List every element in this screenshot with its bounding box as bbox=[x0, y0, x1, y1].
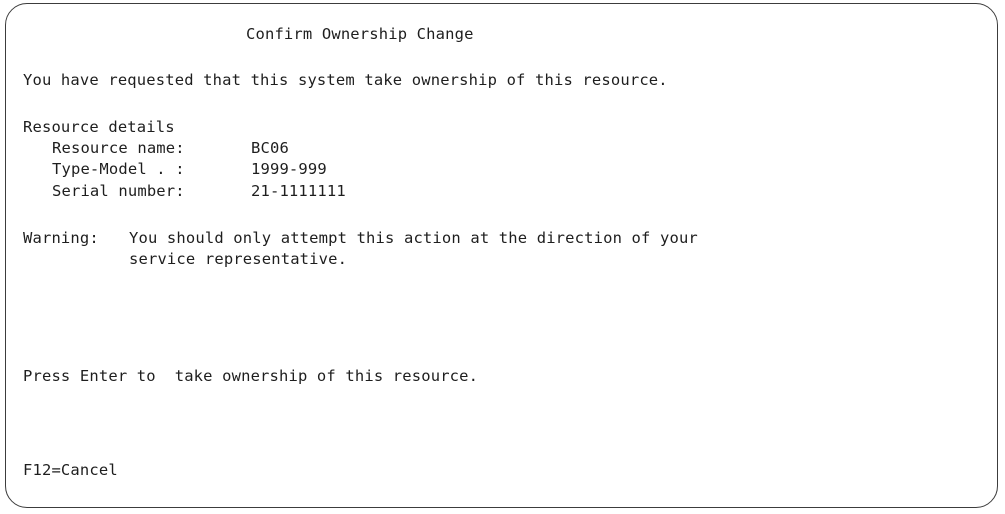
resource-name-value: BC06 bbox=[251, 139, 289, 157]
warning-text-line-1: You should only attempt this action at t… bbox=[129, 229, 698, 247]
resource-name-label: Resource name: bbox=[52, 139, 185, 157]
page-title: Confirm Ownership Change bbox=[246, 25, 474, 43]
type-model-value: 1999-999 bbox=[251, 160, 327, 178]
warning-label: Warning: bbox=[23, 229, 99, 247]
f12-cancel-key[interactable]: F12=Cancel bbox=[23, 461, 118, 480]
warning-text-line-2: service representative. bbox=[129, 250, 348, 268]
resource-details-heading: Resource details bbox=[23, 118, 175, 136]
enter-instruction: Press Enter to take ownership of this re… bbox=[23, 367, 479, 385]
intro-text: You have requested that this system take… bbox=[23, 71, 668, 89]
serial-number-label: Serial number: bbox=[52, 182, 185, 200]
terminal-screen: Confirm Ownership Change You have reques… bbox=[5, 3, 998, 508]
serial-number-value: 21-1111111 bbox=[251, 182, 346, 200]
type-model-label: Type-Model . : bbox=[52, 160, 185, 178]
